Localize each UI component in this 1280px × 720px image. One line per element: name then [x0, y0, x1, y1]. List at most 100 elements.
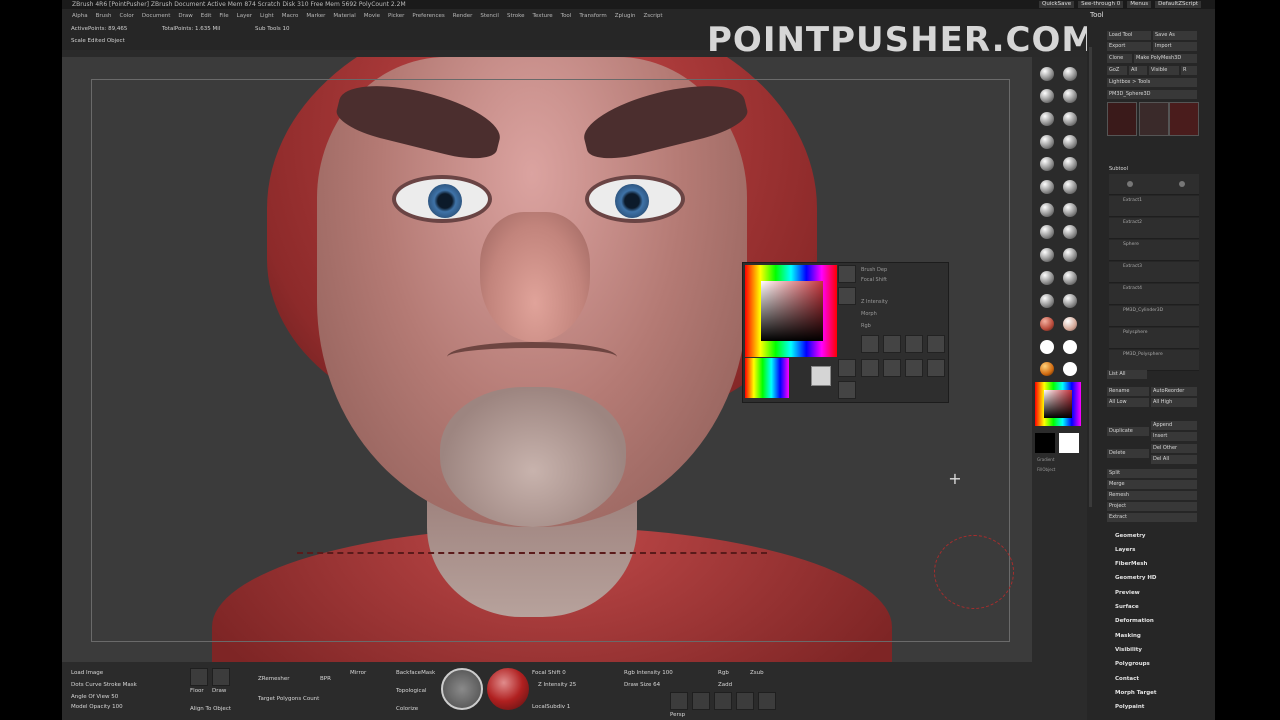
secondary-color-black[interactable] — [1035, 433, 1055, 453]
all-low-button[interactable]: All Low — [1107, 398, 1149, 407]
popup-row-rgb[interactable]: Rgb — [861, 323, 871, 329]
brush-hpolish-icon[interactable] — [1063, 112, 1077, 126]
menu-file[interactable]: File — [219, 13, 228, 19]
popup-row-focal-shift[interactable]: Focal Shift — [861, 277, 887, 283]
popup-slot-4-icon[interactable] — [927, 359, 945, 377]
rename-button[interactable]: Rename — [1107, 387, 1149, 396]
section-polypaint[interactable]: Polypaint — [1115, 704, 1144, 710]
brush-standard-icon[interactable] — [1040, 67, 1054, 81]
subtool-section-header[interactable]: Subtool — [1107, 165, 1197, 174]
zsub-button[interactable]: Zsub — [750, 670, 764, 676]
color-spectrum[interactable] — [745, 358, 789, 398]
menu-color[interactable]: Color — [120, 13, 134, 19]
eye-icon[interactable] — [1127, 181, 1133, 187]
brush-extra2-icon[interactable] — [1063, 271, 1077, 285]
bpr-button[interactable]: BPR — [320, 676, 331, 682]
popup-material-icon[interactable] — [861, 335, 879, 353]
see-through-slider[interactable]: See-through 0 — [1078, 1, 1124, 8]
quicksave-button[interactable]: QuickSave — [1039, 1, 1075, 8]
brush-slash3-icon[interactable] — [1063, 180, 1077, 194]
subtool-row-5[interactable]: Extract3 — [1109, 262, 1199, 283]
mirror-button[interactable]: Mirror — [350, 670, 366, 676]
popup-slot-2-icon[interactable] — [883, 359, 901, 377]
frame-button[interactable] — [692, 692, 710, 710]
insert-button[interactable]: Insert — [1151, 432, 1197, 441]
subtool-row-8[interactable]: Polysphere — [1109, 328, 1199, 349]
subtool-row-6[interactable]: Extract4 — [1109, 284, 1199, 305]
brush-skin-icon[interactable] — [1063, 248, 1077, 262]
gradient-label[interactable]: Gradient — [1037, 457, 1054, 462]
menu-edit[interactable]: Edit — [201, 13, 212, 19]
popup-row-brush-depth[interactable]: Brush Dep — [861, 267, 887, 273]
material-flat-white-icon[interactable] — [1040, 340, 1054, 354]
zremesher-target-slider[interactable]: Target Polygons Count — [258, 696, 319, 702]
rgb-intensity-slider[interactable]: Rgb Intensity 100 — [624, 670, 673, 676]
secondary-color-swatch[interactable] — [811, 366, 831, 386]
all-button[interactable]: All — [1129, 66, 1147, 75]
brush-masklasso-icon[interactable] — [1040, 203, 1054, 217]
menu-picker[interactable]: Picker — [388, 13, 404, 19]
stroke-type-buttons[interactable]: Dots Curve Stroke Mask — [71, 682, 137, 688]
main-color-square[interactable] — [1044, 390, 1072, 418]
popup-slot-5-icon[interactable] — [838, 381, 856, 399]
tool-thumbnail-extra[interactable] — [1169, 102, 1199, 136]
brush-claybuildup-icon[interactable] — [1063, 67, 1077, 81]
section-contact[interactable]: Contact — [1115, 676, 1139, 682]
menu-stroke[interactable]: Stroke — [507, 13, 525, 19]
menu-texture[interactable]: Texture — [533, 13, 553, 19]
subtool-row-7[interactable]: PM3D_Cylinder3D — [1109, 306, 1199, 327]
popup-slot-1-icon[interactable] — [861, 359, 879, 377]
rgb-button[interactable]: Rgb — [718, 670, 729, 676]
menu-macro[interactable]: Macro — [282, 13, 299, 19]
topological-button[interactable]: Topological — [396, 688, 426, 694]
fillobject-label[interactable]: FillObject — [1037, 467, 1055, 472]
section-geometry-hd[interactable]: Geometry HD — [1115, 575, 1157, 581]
brush-snakehook-icon[interactable] — [1040, 157, 1054, 171]
section-surface[interactable]: Surface — [1115, 604, 1139, 610]
append-button[interactable]: Append — [1151, 421, 1197, 430]
section-preview[interactable]: Preview — [1115, 590, 1140, 596]
visible-button[interactable]: Visible — [1149, 66, 1179, 75]
brush-trimdynamic-icon[interactable] — [1063, 157, 1077, 171]
popup-row-z-intensity[interactable]: Z Intensity — [861, 299, 888, 305]
brush-flatten-icon[interactable] — [1040, 180, 1054, 194]
brush-sphere-icon[interactable] — [1040, 248, 1054, 262]
r-button[interactable]: R — [1181, 66, 1197, 75]
menu-stencil[interactable]: Stencil — [480, 13, 499, 19]
brush-inflat-icon[interactable] — [1063, 135, 1077, 149]
section-fibermesh[interactable]: FiberMesh — [1115, 561, 1147, 567]
all-high-button[interactable]: All High — [1151, 398, 1197, 407]
zadd-button[interactable]: Zadd — [718, 682, 732, 688]
menus-button[interactable]: Menus — [1127, 1, 1152, 8]
popup-alpha-icon[interactable] — [883, 335, 901, 353]
backface-mask-button[interactable]: BackfaceMask — [396, 670, 435, 676]
color-wheel[interactable] — [745, 265, 837, 357]
brush-dam-standard-icon[interactable] — [1040, 112, 1054, 126]
material-orange-icon[interactable] — [1040, 362, 1054, 376]
section-polygroups[interactable]: Polygroups — [1115, 661, 1150, 667]
clone-button[interactable]: Clone — [1107, 54, 1132, 63]
floor-button[interactable] — [190, 668, 208, 686]
saturation-square[interactable] — [761, 281, 823, 341]
local-subdiv-slider[interactable]: LocalSubdiv 1 — [532, 704, 570, 710]
material-skin-icon[interactable] — [1063, 317, 1077, 331]
section-masking[interactable]: Masking — [1115, 633, 1141, 639]
menu-tool[interactable]: Tool — [561, 13, 572, 19]
menu-transform[interactable]: Transform — [579, 13, 606, 19]
zremesher-button[interactable]: ZRemesher — [258, 676, 289, 682]
subtool-row-1[interactable] — [1109, 174, 1199, 195]
popup-stroke-icon[interactable] — [838, 287, 856, 305]
delete-button[interactable]: Delete — [1107, 449, 1149, 458]
menu-movie[interactable]: Movie — [364, 13, 380, 19]
brush-extra4-icon[interactable] — [1063, 294, 1077, 308]
current-stroke-thumbnail[interactable] — [441, 668, 483, 710]
duplicate-button[interactable]: Duplicate — [1107, 427, 1149, 436]
angle-of-view-slider[interactable]: Angle Of View 50 — [71, 694, 118, 700]
brush-pinch-icon[interactable] — [1040, 135, 1054, 149]
export-button[interactable]: Export — [1107, 42, 1151, 51]
subtool-row-3[interactable]: Extract2 — [1109, 218, 1199, 239]
brush-rake-icon[interactable] — [1063, 225, 1077, 239]
model-opacity-slider[interactable]: Model Opacity 100 — [71, 704, 123, 710]
brush-move-topo-icon[interactable] — [1063, 89, 1077, 103]
popup-sphere-icon[interactable] — [838, 359, 856, 377]
